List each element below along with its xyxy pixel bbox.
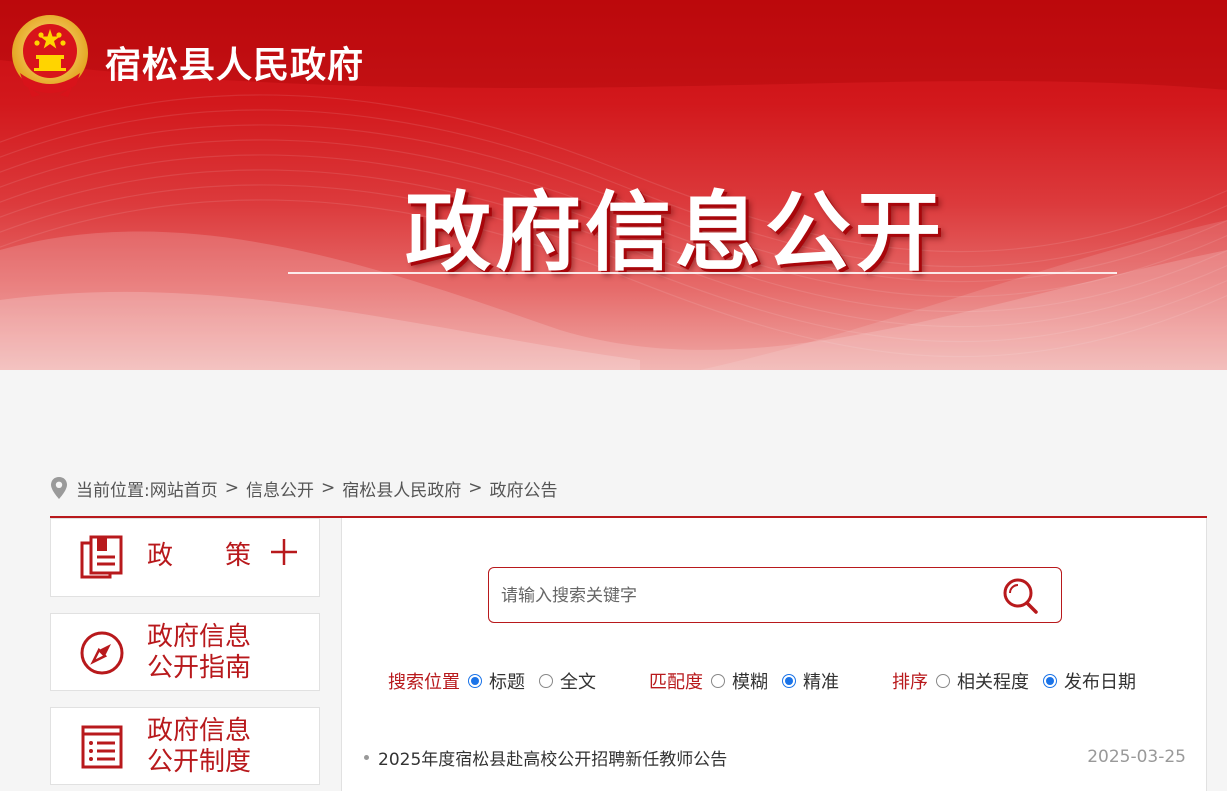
list-document-icon [81,725,123,769]
breadcrumb-prefix: 当前位置: [76,480,150,501]
radio-selected[interactable] [1043,674,1057,688]
compass-icon [80,631,124,675]
radio-unselected[interactable] [539,674,553,688]
radio-selected[interactable] [468,674,482,688]
plus-icon[interactable] [271,539,297,565]
radio-label: 标题 [489,672,525,693]
filter-label: 搜索位置 [388,672,460,693]
filter-sort: 排序 相关程度 发布日期 [892,668,1150,694]
content-panel: 搜索位置 标题 全文 匹配度 模糊 精准 [341,518,1207,791]
breadcrumb-current[interactable]: 政府公告 [489,476,557,501]
filter-label: 匹配度 [649,672,703,693]
breadcrumb-home-link[interactable]: 网站首页 [150,476,218,501]
search-input[interactable] [501,582,981,610]
location-pin-icon [51,477,67,499]
search-icon[interactable] [1001,576,1041,616]
sidebar-item-label-line2: 公开制度 [147,747,252,777]
radio-label: 精准 [803,672,839,693]
filter-match: 匹配度 模糊 精准 [649,668,853,694]
breadcrumb-separator: > [320,478,336,498]
filter-label: 排序 [892,672,928,693]
breadcrumb-separator: > [468,478,483,498]
radio-selected[interactable] [782,674,796,688]
main-area: 当前位置: 网站首页 > 信息公开 > 宿松县人民政府 > 政府公告 政 策 政… [10,370,1227,791]
radio-option-fuzzy[interactable]: 模糊 [711,668,768,694]
radio-label: 发布日期 [1064,672,1136,693]
breadcrumb-government-link[interactable]: 宿松县人民政府 [342,476,461,501]
national-emblem-icon [12,15,88,97]
sidebar-item-label-line1: 政府信息 [147,716,252,746]
sidebar-item-label-line1: 政府信息 [147,622,252,652]
list-item: 2025年度宿松县赴高校公开招聘新任教师公告 2025-03-25 [364,743,1186,771]
radio-option-fulltext[interactable]: 全文 [539,668,596,694]
policy-document-icon [80,535,123,579]
radio-label: 全文 [560,672,596,693]
breadcrumb-separator: > [224,478,239,498]
radio-option-relevance[interactable]: 相关程度 [936,668,1029,694]
radio-unselected[interactable] [711,674,725,688]
site-name[interactable]: 宿松县人民政府 [105,36,364,88]
banner-title-underline [288,272,1117,274]
search-box [488,567,1062,623]
header-banner: 宿松县人民政府 政府信息公开 [0,0,1227,370]
radio-label: 相关程度 [957,672,1029,693]
breadcrumb-info-link[interactable]: 信息公开 [246,476,314,501]
radio-option-exact[interactable]: 精准 [782,668,839,694]
filter-search-position: 搜索位置 标题 全文 [388,668,610,694]
sidebar-item-label-line2: 公开指南 [147,653,252,683]
sidebar-item-policy[interactable]: 政 策 [50,518,320,597]
news-date: 2025-03-25 [1087,747,1186,767]
bullet-icon [364,754,369,760]
breadcrumb: 当前位置: 网站首页 > 信息公开 > 宿松县人民政府 > 政府公告 [50,476,557,501]
banner-title: 政府信息公开 [405,183,945,283]
sidebar-item-label: 政 策 [147,541,252,571]
sidebar-item-guide[interactable]: 政府信息 公开指南 [50,613,320,691]
radio-label: 模糊 [732,672,768,693]
radio-unselected[interactable] [936,674,950,688]
radio-option-date[interactable]: 发布日期 [1043,668,1136,694]
news-title-link[interactable]: 2025年度宿松县赴高校公开招聘新任教师公告 [378,745,727,770]
radio-option-title[interactable]: 标题 [468,668,525,694]
sidebar-item-system[interactable]: 政府信息 公开制度 [50,707,320,785]
